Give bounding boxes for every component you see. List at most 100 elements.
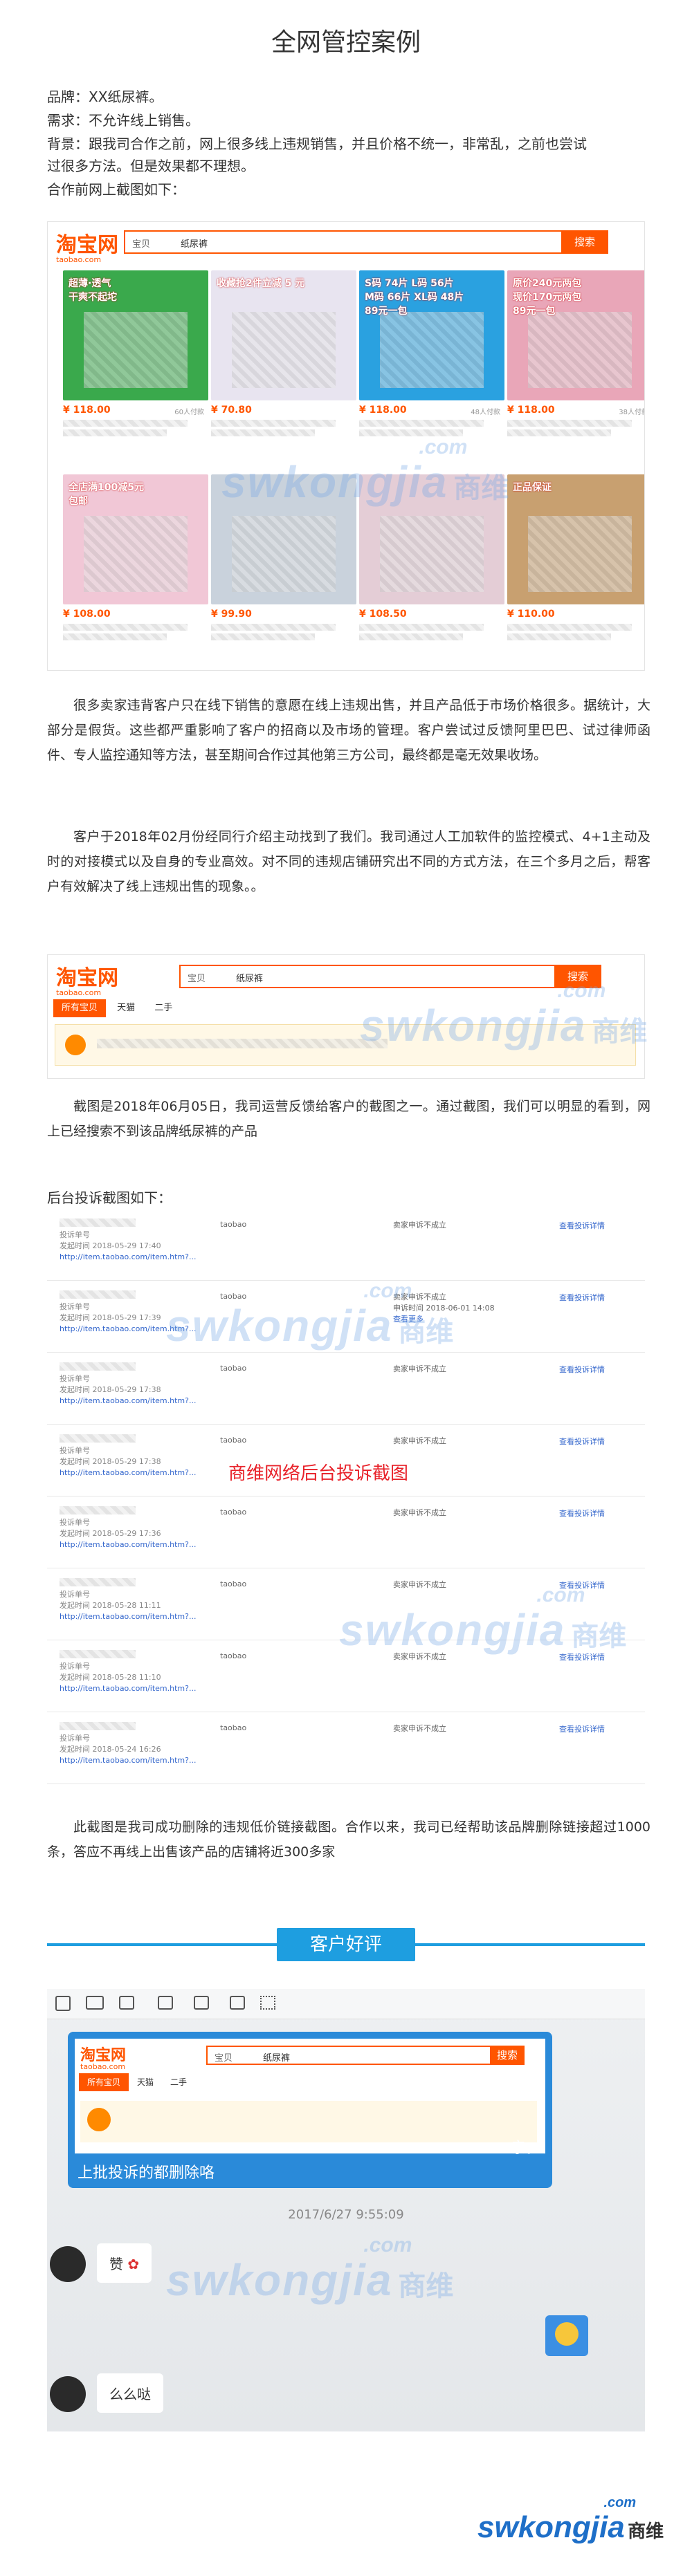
product-image-text: 正品保证 (513, 482, 552, 493)
product-image[interactable]: 收藏抢2件立减 5 元 (211, 270, 356, 400)
product-desc-placeholder (211, 622, 356, 640)
footer-logo: swkongjia 商维 .com (477, 2495, 664, 2544)
complaint-status: 卖家申诉不成立 (393, 1508, 446, 1517)
tab-secondhand[interactable]: 二手 (146, 999, 181, 1017)
taobao-search-bar[interactable]: 宝贝 纸尿裤 搜索 (179, 965, 601, 988)
product-desc-placeholder (507, 418, 644, 436)
product-image[interactable]: 超薄·透气 干爽不起坨 (63, 270, 208, 400)
product-card[interactable]: 全店满100减5元 包邮 ¥ 108.00 (63, 474, 208, 647)
complaint-id-label: 投诉单号 (60, 1590, 90, 1599)
complaint-link[interactable]: http://item.taobao.com/item.htm?... (60, 1396, 196, 1407)
view-detail-link[interactable]: 查看投诉详情 (559, 1579, 605, 1591)
product-price: ¥ 118.00 (359, 405, 407, 416)
complaint-id-label: 投诉单号 (60, 1518, 90, 1527)
complaint-link[interactable]: http://item.taobao.com/item.htm?... (60, 1467, 196, 1479)
phone-icon[interactable] (55, 1996, 71, 2011)
product-card[interactable]: 正品保证 ¥ 110.00 (507, 474, 644, 647)
complaint-time: 发起时间 2018-05-29 17:38 (60, 1457, 161, 1466)
complaint-row: 投诉单号发起时间 2018-05-29 17:36 http://item.tao… (47, 1499, 645, 1568)
product-card[interactable]: S码 74片 L码 56片 M码 66片 XL码 48片 89元一包 ¥ 118.… (359, 270, 504, 443)
rose-icon: ✿ (127, 2256, 140, 2272)
view-detail-link[interactable]: 查看投诉详情 (559, 1723, 605, 1734)
product-card[interactable]: ¥ 108.50 (359, 474, 504, 647)
view-detail-link[interactable]: 查看投诉详情 (559, 1364, 605, 1375)
tab-tmall[interactable]: 天猫 (109, 999, 143, 1017)
complaint-row: 投诉单号发起时间 2018-05-28 11:11 http://item.tao… (47, 1571, 645, 1640)
screen-icon[interactable] (119, 1996, 134, 2010)
view-detail-link[interactable]: 查看投诉详情 (559, 1292, 605, 1303)
complaint-link[interactable]: http://item.taobao.com/item.htm?... (60, 1324, 196, 1335)
product-image-text: S码 74片 L码 56片 M码 66片 XL码 48片 89元一包 (365, 278, 464, 317)
product-price: ¥ 108.50 (359, 609, 407, 620)
add-icon[interactable] (230, 1996, 245, 2010)
complaint-status: 卖家申诉不成立 (393, 1724, 446, 1733)
taobao-search-bar[interactable]: 宝贝 纸尿裤 搜索 (124, 230, 608, 254)
complaint-status: 卖家申诉不成立 申诉时间 2018-06-01 14:08 查看更多 (393, 1292, 495, 1325)
product-desc-placeholder (211, 418, 356, 436)
complaint-source: taobao (220, 1579, 247, 1588)
view-detail-link[interactable]: 查看投诉详情 (559, 1651, 605, 1662)
tab-all[interactable]: 所有宝贝 (53, 999, 107, 1017)
complaint-id-label: 投诉单号 (60, 1662, 90, 1671)
search-button[interactable]: 搜索 (554, 965, 601, 988)
more-link[interactable]: 查看更多 (393, 1314, 495, 1325)
complaint-time: 发起时间 2018-05-29 17:40 (60, 1241, 161, 1250)
complaint-caption: 后台投诉截图如下： (47, 1189, 172, 1206)
no-result-notice (80, 2101, 537, 2142)
apps-icon[interactable] (260, 1996, 275, 2010)
complaint-link[interactable]: http://item.taobao.com/item.htm?... (60, 1683, 196, 1694)
complaint-time: 发起时间 2018-05-28 11:10 (60, 1673, 161, 1682)
product-price: ¥ 110.00 (507, 609, 555, 620)
complaint-source: taobao (220, 1651, 247, 1660)
product-image[interactable]: 全店满100减5元 包邮 (63, 474, 208, 604)
complaint-link[interactable]: http://item.taobao.com/item.htm?... (60, 1755, 196, 1766)
thanks-text: 亲。 (511, 2140, 542, 2157)
view-detail-link[interactable]: 查看投诉详情 (559, 1220, 605, 1231)
product-image[interactable]: S码 74片 L码 56片 M码 66片 XL码 48片 89元一包 (359, 270, 504, 400)
complaint-info: 投诉单号发起时间 2018-05-29 17:40 http://item.tao… (60, 1218, 196, 1263)
paragraph-2: 客户于2018年02月份经同行介绍主动找到了我们。我司通过人工加软件的监控模式、… (47, 829, 650, 894)
view-detail-link[interactable]: 查看投诉详情 (559, 1436, 605, 1447)
background-line-1: 背景：跟我司合作之前，网上很多线上违规销售，并且价格不统一，非常乱，之前也尝试 (47, 136, 587, 152)
product-sales: 60人付款 (174, 409, 204, 416)
product-image-text: 原价240元两包 现价170元两包 89元一包 (513, 278, 582, 317)
complaint-time: 发起时间 2018-05-28 11:11 (60, 1601, 161, 1610)
product-price: ¥ 108.00 (63, 609, 111, 620)
product-sales: 38人付款 (619, 409, 644, 416)
product-image[interactable] (359, 474, 504, 604)
paragraph-4: 此截图是我司成功删除的违规低价链接截图。合作以来，我司已经帮助该品牌删除链接超过… (47, 1819, 650, 1860)
search-category[interactable]: 宝贝 (132, 237, 150, 250)
product-image[interactable]: 原价240元两包 现价170元两包 89元一包 (507, 270, 644, 400)
folder-icon[interactable] (158, 1996, 173, 2010)
product-card[interactable]: 超薄·透气 干爽不起坨 ¥ 118.00 60人付款 (63, 270, 208, 443)
product-card[interactable]: 原价240元两包 现价170元两包 89元一包 ¥ 118.00 38人付款 (507, 270, 644, 443)
complaint-link[interactable]: http://item.taobao.com/item.htm?... (60, 1539, 196, 1550)
avatar[interactable] (50, 2376, 86, 2412)
product-desc-placeholder (359, 622, 504, 640)
search-category[interactable]: 宝贝 (188, 971, 206, 984)
complaint-status: 卖家申诉不成立 (393, 1436, 446, 1445)
product-card[interactable]: ¥ 99.90 (211, 474, 356, 647)
taobao-results-screenshot: 淘宝网 taobao.com 宝贝 纸尿裤 搜索 超薄·透气 干爽不起坨 ¥ 11… (47, 221, 645, 671)
complaint-source: taobao (220, 1508, 247, 1517)
video-icon[interactable] (86, 1996, 104, 2010)
product-image-text: 全店满100减5元 包邮 (69, 482, 144, 507)
complaint-id-label: 投诉单号 (60, 1230, 90, 1239)
taobao-logo: 淘宝网 taobao.com (80, 2047, 127, 2071)
product-card[interactable]: 收藏抢2件立减 5 元 ¥ 70.80 (211, 270, 356, 443)
search-button[interactable]: 搜索 (561, 230, 608, 254)
view-detail-link[interactable]: 查看投诉详情 (559, 1508, 605, 1519)
product-image[interactable] (211, 474, 356, 604)
complaint-status: 卖家申诉不成立 (393, 1580, 446, 1589)
complaint-info: 投诉单号 发起时间 2018-05-24 16:26 http://item.tao… (60, 1722, 196, 1766)
page-title: 全网管控案例 (271, 28, 421, 57)
chat-toolbar (47, 1989, 645, 2019)
result-tabs: 所有宝贝 天猫 二手 (53, 999, 181, 1017)
avatar[interactable] (50, 2246, 86, 2282)
share-icon[interactable] (194, 1996, 209, 2010)
complaint-link[interactable]: http://item.taobao.com/item.htm?... (60, 1611, 196, 1622)
product-image[interactable]: 正品保证 (507, 474, 644, 604)
complaint-time: 发起时间 2018-05-29 17:36 (60, 1529, 161, 1538)
complaint-link[interactable]: http://item.taobao.com/item.htm?... (60, 1252, 196, 1263)
shared-image-card[interactable]: 淘宝网 taobao.com 宝贝 纸尿裤 搜索 所有宝贝 天猫 二手 上批投诉的都… (68, 2032, 552, 2188)
